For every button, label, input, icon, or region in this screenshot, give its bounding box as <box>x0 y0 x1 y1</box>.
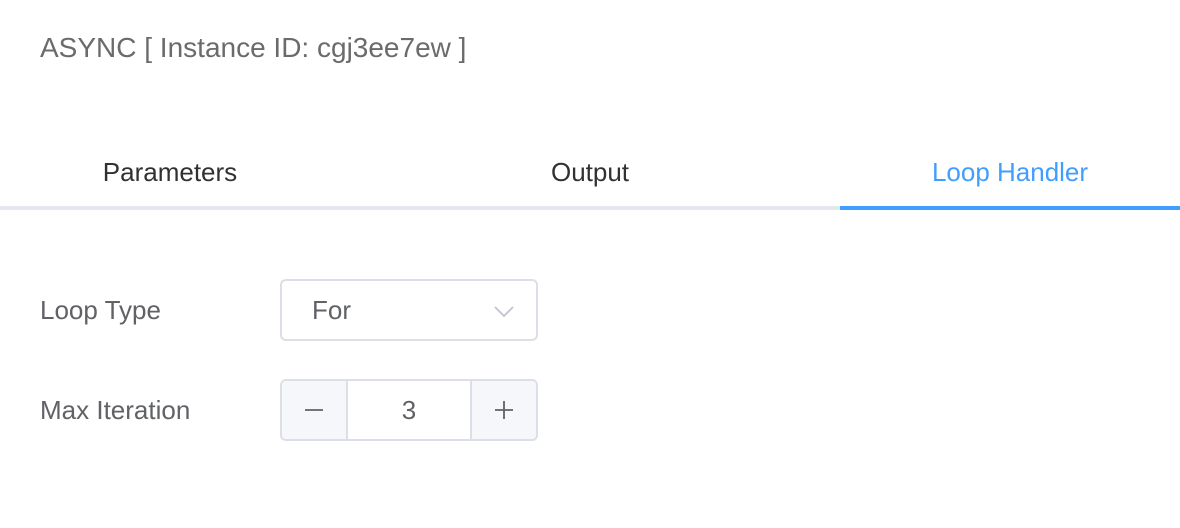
max-iteration-input[interactable] <box>348 381 470 439</box>
loop-type-label: Loop Type <box>40 295 161 325</box>
plus-icon <box>495 401 513 419</box>
increment-button[interactable] <box>470 381 536 439</box>
tab-parameters[interactable]: Parameters <box>0 138 340 206</box>
max-iteration-stepper <box>280 379 538 441</box>
tab-loop-handler[interactable]: Loop Handler <box>840 138 1180 206</box>
active-tab-indicator <box>840 206 1180 210</box>
tab-bar: Parameters Output Loop Handler <box>0 138 1180 210</box>
tab-output[interactable]: Output <box>420 138 760 206</box>
chevron-down-icon <box>494 306 514 318</box>
max-iteration-label: Max Iteration <box>40 395 191 425</box>
minus-icon <box>305 409 323 411</box>
page: ASYNC [ Instance ID: cgj3ee7ew ] Paramet… <box>0 0 1180 528</box>
decrement-button[interactable] <box>282 381 348 439</box>
loop-type-value: For <box>312 295 351 325</box>
page-title: ASYNC [ Instance ID: cgj3ee7ew ] <box>40 32 467 63</box>
loop-type-select[interactable]: For <box>280 279 538 341</box>
